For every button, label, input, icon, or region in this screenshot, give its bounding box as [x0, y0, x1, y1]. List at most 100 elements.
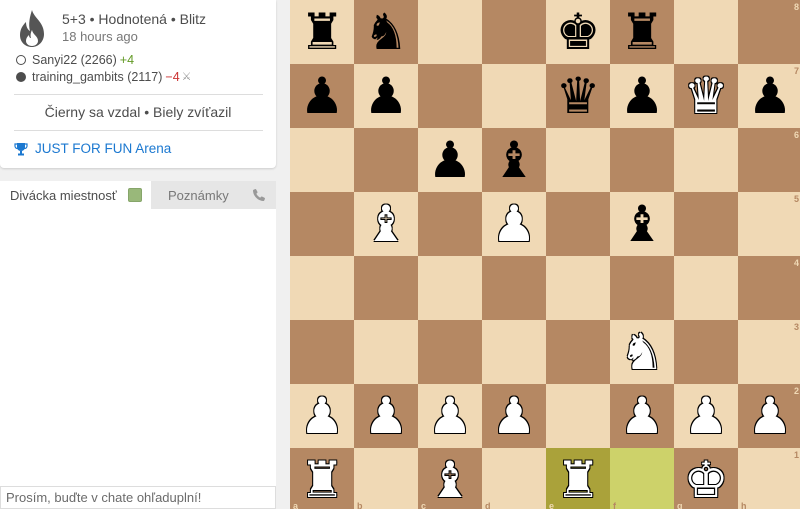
square-d7[interactable]: [482, 64, 546, 128]
white-pawn-c2[interactable]: ♟: [418, 384, 482, 448]
tab-spectator-room-label: Divácka miestnosť: [10, 188, 117, 203]
white-rating-diff: +4: [119, 52, 135, 67]
square-g6[interactable]: [674, 128, 738, 192]
tab-spectator-room[interactable]: Divácka miestnosť: [0, 181, 151, 209]
black-pawn-b7[interactable]: ♟: [354, 64, 418, 128]
square-c5[interactable]: [418, 192, 482, 256]
black-pawn-h7[interactable]: ♟: [738, 64, 800, 128]
square-c3[interactable]: [418, 320, 482, 384]
file-label-c: c: [421, 501, 427, 509]
square-e4[interactable]: [546, 256, 610, 320]
square-h6[interactable]: [738, 128, 800, 192]
square-e6[interactable]: [546, 128, 610, 192]
black-rating-diff: −4: [165, 69, 180, 84]
square-d4[interactable]: [482, 256, 546, 320]
file-label-b: b: [357, 501, 363, 509]
square-a6[interactable]: [290, 128, 354, 192]
square-c4[interactable]: [418, 256, 482, 320]
file-label-e: e: [549, 501, 555, 509]
square-a5[interactable]: [290, 192, 354, 256]
phone-icon[interactable]: [251, 187, 267, 203]
square-h1[interactable]: [738, 448, 800, 509]
square-b6[interactable]: [354, 128, 418, 192]
square-g8[interactable]: [674, 0, 738, 64]
white-bishop-c1[interactable]: ♝: [418, 448, 482, 509]
square-d1[interactable]: [482, 448, 546, 509]
tab-notes-label: Poznámky: [168, 188, 229, 203]
square-g5[interactable]: [674, 192, 738, 256]
square-a4[interactable]: [290, 256, 354, 320]
square-f6[interactable]: [610, 128, 674, 192]
white-rook-a1[interactable]: ♜: [290, 448, 354, 509]
black-bishop-d6[interactable]: ♝: [482, 128, 546, 192]
black-color-icon: [16, 71, 26, 82]
tournament-name: JUST FOR FUN Arena: [35, 141, 172, 156]
square-a3[interactable]: [290, 320, 354, 384]
square-d3[interactable]: [482, 320, 546, 384]
black-bishop-f5[interactable]: ♝: [610, 192, 674, 256]
chat-toggle-checkbox[interactable]: [128, 188, 142, 202]
divider: [14, 94, 263, 95]
black-king-e8[interactable]: ♚: [546, 0, 610, 64]
square-g4[interactable]: [674, 256, 738, 320]
white-pawn-b2[interactable]: ♟: [354, 384, 418, 448]
rank-label-8: 8: [794, 2, 800, 12]
square-h8[interactable]: [738, 0, 800, 64]
game-header: 5+3 • Hodnotená • Blitz 18 hours ago: [14, 8, 264, 48]
white-pawn-h2[interactable]: ♟: [738, 384, 800, 448]
square-g3[interactable]: [674, 320, 738, 384]
rank-label-5: 5: [794, 194, 800, 204]
square-h5[interactable]: [738, 192, 800, 256]
white-pawn-a2[interactable]: ♟: [290, 384, 354, 448]
black-pawn-f7[interactable]: ♟: [610, 64, 674, 128]
square-e5[interactable]: [546, 192, 610, 256]
black-pawn-c6[interactable]: ♟: [418, 128, 482, 192]
square-e2[interactable]: [546, 384, 610, 448]
chat-input[interactable]: [0, 486, 276, 509]
blitz-fire-icon: [20, 10, 44, 47]
white-pawn-d2[interactable]: ♟: [482, 384, 546, 448]
square-b3[interactable]: [354, 320, 418, 384]
white-pawn-f2[interactable]: ♟: [610, 384, 674, 448]
white-queen-g7[interactable]: ♛: [674, 64, 738, 128]
black-rook-a8[interactable]: ♜: [290, 0, 354, 64]
square-b1[interactable]: [354, 448, 418, 509]
square-f4[interactable]: [610, 256, 674, 320]
white-player-name[interactable]: Sanyi22 (2266): [32, 53, 117, 67]
black-queen-e7[interactable]: ♛: [546, 64, 610, 128]
file-label-g: g: [677, 501, 683, 509]
square-e3[interactable]: [546, 320, 610, 384]
divider: [14, 130, 263, 131]
white-knight-f3[interactable]: ♞: [610, 320, 674, 384]
black-pawn-a7[interactable]: ♟: [290, 64, 354, 128]
tab-notes[interactable]: Poznámky: [151, 181, 276, 209]
game-time-ago: 18 hours ago: [62, 29, 138, 44]
white-pawn-d5[interactable]: ♟: [482, 192, 546, 256]
rank-label-6: 6: [794, 130, 800, 140]
file-label-d: d: [485, 501, 491, 509]
analysis-page: 5+3 • Hodnotená • Blitz 18 hours ago San…: [0, 0, 800, 509]
white-king-g1[interactable]: ♚: [674, 448, 738, 509]
tournament-link[interactable]: JUST FOR FUN Arena: [14, 141, 171, 156]
square-c8[interactable]: [418, 0, 482, 64]
white-player-row: Sanyi22 (2266) +4: [16, 51, 134, 68]
file-label-a: a: [293, 501, 299, 509]
square-f1[interactable]: [610, 448, 674, 509]
chessboard[interactable]: ♜ ♞ ♚ ♜ ♟ ♟ ♛ ♟ ♛ ♟ ♟ ♝ ♝ ♟ ♝ ♞ ♟ ♟ ♟ ♟ ♟ ♟ ♟ ♜ ♝ ♜ ♚ 8 7 6 5 4 3 2 1 a b c d e…: [290, 0, 800, 509]
square-c7[interactable]: [418, 64, 482, 128]
white-rook-e1[interactable]: ♜: [546, 448, 610, 509]
rank-label-2: 2: [794, 386, 800, 396]
black-knight-b8[interactable]: ♞: [354, 0, 418, 64]
white-color-icon: [16, 54, 26, 65]
trophy-icon: [14, 142, 28, 155]
square-b4[interactable]: [354, 256, 418, 320]
square-h4[interactable]: [738, 256, 800, 320]
white-pawn-g2[interactable]: ♟: [674, 384, 738, 448]
square-d8[interactable]: [482, 0, 546, 64]
game-info-card: 5+3 • Hodnotená • Blitz 18 hours ago San…: [0, 0, 276, 168]
black-player-name[interactable]: training_gambits (2117): [32, 70, 162, 84]
chat-messages-area: [0, 209, 276, 486]
black-rook-f8[interactable]: ♜: [610, 0, 674, 64]
square-h3[interactable]: [738, 320, 800, 384]
white-bishop-b5[interactable]: ♝: [354, 192, 418, 256]
